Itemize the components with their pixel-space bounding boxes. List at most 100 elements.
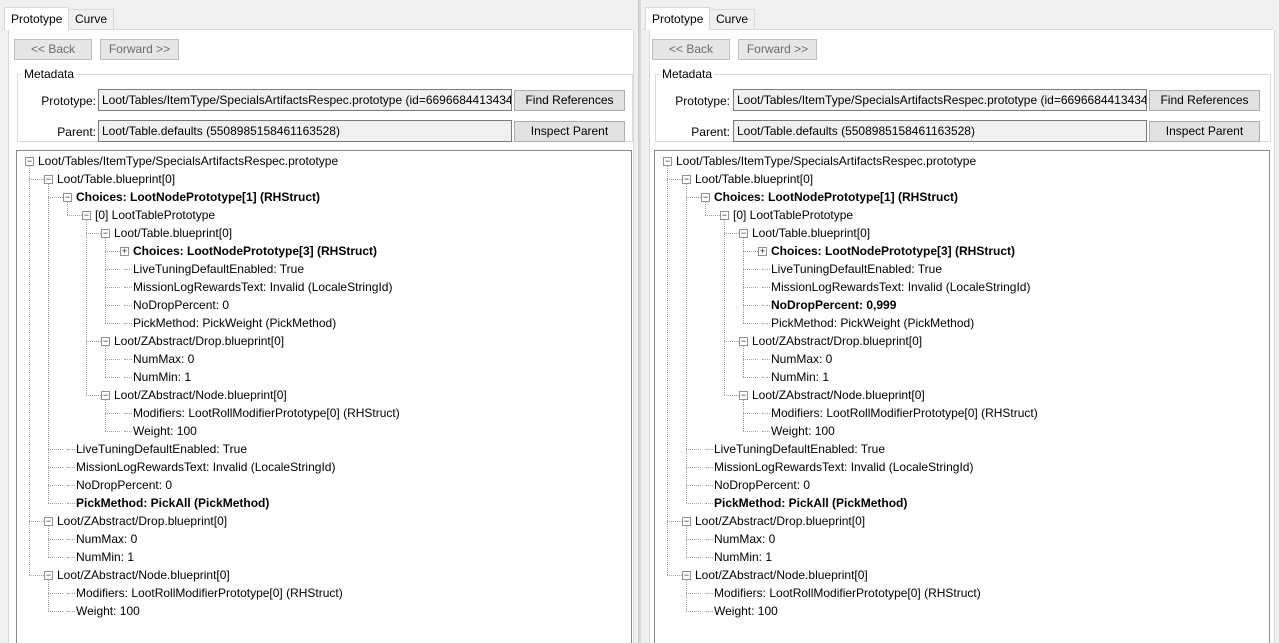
tree-leaf[interactable]: Modifiers: LootRollModifierPrototype[0] …: [133, 404, 400, 422]
tree-node[interactable]: Choices: LootNodePrototype[1] (RHStruct): [76, 188, 320, 206]
tree-leaf[interactable]: PickMethod: PickWeight (PickMethod): [133, 314, 336, 332]
back-button[interactable]: << Back: [14, 39, 92, 60]
tree-leaf[interactable]: LiveTuningDefaultEnabled: True: [714, 440, 885, 458]
collapse-icon[interactable]: −: [101, 337, 110, 346]
tree-leaf[interactable]: LiveTuningDefaultEnabled: True: [133, 260, 304, 278]
tree-root[interactable]: Loot/Tables/ItemType/SpecialsArtifactsRe…: [676, 152, 976, 170]
tree-node[interactable]: Loot/Table.blueprint[0]: [57, 170, 175, 188]
tree-leaf[interactable]: MissionLogRewardsText: Invalid (LocaleSt…: [714, 458, 973, 476]
prototype-tree[interactable]: − Loot/Tables/ItemType/SpecialsArtifactsR…: [654, 150, 1270, 643]
tree-node[interactable]: Loot/ZAbstract/Node.blueprint[0]: [695, 566, 868, 584]
tree-leaf[interactable]: MissionLogRewardsText: Invalid (LocaleSt…: [76, 458, 335, 476]
tree-node[interactable]: Loot/Table.blueprint[0]: [695, 170, 813, 188]
tree-leaf[interactable]: NumMax: 0: [771, 350, 832, 368]
tree-leaf[interactable]: NumMax: 0: [133, 350, 194, 368]
tree-connector: [105, 431, 120, 432]
tree-leaf[interactable]: NumMin: 1: [76, 548, 134, 566]
tree-node[interactable]: Loot/ZAbstract/Node.blueprint[0]: [57, 566, 230, 584]
tree-leaf[interactable]: MissionLogRewardsText: Invalid (LocaleSt…: [133, 278, 392, 296]
prototype-field[interactable]: Loot/Tables/ItemType/SpecialsArtifactsRe…: [98, 89, 512, 111]
tree-leaf[interactable]: PickMethod: PickAll (PickMethod): [76, 494, 269, 512]
tree-leaf[interactable]: NumMin: 1: [771, 368, 829, 386]
collapse-icon[interactable]: −: [739, 229, 748, 238]
collapse-icon[interactable]: −: [63, 193, 72, 202]
collapse-icon[interactable]: −: [44, 571, 53, 580]
tree-node[interactable]: Choices: LootNodePrototype[3] (RHStruct): [771, 242, 1015, 260]
tree-root[interactable]: Loot/Tables/ItemType/SpecialsArtifactsRe…: [38, 152, 338, 170]
tree-leaf[interactable]: LiveTuningDefaultEnabled: True: [771, 260, 942, 278]
collapse-icon[interactable]: −: [663, 157, 672, 166]
tree-leaf[interactable]: PickMethod: PickWeight (PickMethod): [771, 314, 974, 332]
tree-leaf[interactable]: Modifiers: LootRollModifierPrototype[0] …: [771, 404, 1038, 422]
tree-node[interactable]: Loot/Table.blueprint[0]: [752, 224, 870, 242]
collapse-icon[interactable]: −: [682, 517, 691, 526]
inspect-parent-button[interactable]: Inspect Parent: [514, 121, 625, 142]
tree-node[interactable]: Loot/ZAbstract/Drop.blueprint[0]: [752, 332, 922, 350]
collapse-icon[interactable]: −: [720, 211, 729, 220]
tree-leaf[interactable]: MissionLogRewardsText: Invalid (LocaleSt…: [771, 278, 1030, 296]
find-references-button[interactable]: Find References: [514, 90, 625, 111]
tree-leaf[interactable]: Weight: 100: [714, 602, 778, 620]
collapse-icon[interactable]: −: [82, 211, 91, 220]
tree-leaf-nodroppercent[interactable]: NoDropPercent: 0,999: [771, 296, 896, 314]
tree-node[interactable]: Loot/ZAbstract/Drop.blueprint[0]: [695, 512, 865, 530]
collapse-icon[interactable]: −: [101, 391, 110, 400]
tree-leaf[interactable]: LiveTuningDefaultEnabled: True: [76, 440, 247, 458]
prototype-field[interactable]: Loot/Tables/ItemType/SpecialsArtifactsRe…: [733, 89, 1147, 111]
tree-node[interactable]: Loot/ZAbstract/Node.blueprint[0]: [114, 386, 287, 404]
back-button[interactable]: << Back: [652, 39, 730, 60]
tree-leaf[interactable]: NoDropPercent: 0: [714, 476, 810, 494]
tree-node[interactable]: Loot/Table.blueprint[0]: [114, 224, 232, 242]
tree-guide: [686, 526, 687, 557]
tree-guide: [705, 202, 706, 215]
left-panel: Prototype Curve << Back Forward >> Metad…: [0, 0, 638, 643]
tree-connector: [67, 467, 75, 468]
tree-connector: [86, 341, 101, 342]
tree-leaf[interactable]: Weight: 100: [76, 602, 140, 620]
tree-connector: [743, 323, 758, 324]
collapse-icon[interactable]: −: [739, 391, 748, 400]
tree-node[interactable]: Loot/ZAbstract/Drop.blueprint[0]: [114, 332, 284, 350]
tree-leaf[interactable]: PickMethod: PickAll (PickMethod): [714, 494, 907, 512]
tree-node[interactable]: Choices: LootNodePrototype[1] (RHStruct): [714, 188, 958, 206]
tree-leaf[interactable]: NumMax: 0: [714, 530, 775, 548]
collapse-icon[interactable]: −: [739, 337, 748, 346]
collapse-icon[interactable]: −: [44, 175, 53, 184]
forward-button[interactable]: Forward >>: [100, 39, 179, 60]
tab-curve[interactable]: Curve: [68, 9, 115, 29]
tab-curve[interactable]: Curve: [709, 9, 756, 29]
tree-connector: [124, 413, 132, 414]
tab-prototype[interactable]: Prototype: [4, 7, 70, 30]
parent-field[interactable]: Loot/Table.defaults (5508985158461163528…: [98, 120, 512, 142]
tree-leaf[interactable]: Weight: 100: [133, 422, 197, 440]
parent-field[interactable]: Loot/Table.defaults (5508985158461163528…: [733, 120, 1147, 142]
find-references-button[interactable]: Find References: [1149, 90, 1260, 111]
expand-icon[interactable]: +: [758, 247, 767, 256]
tree-leaf[interactable]: NumMin: 1: [133, 368, 191, 386]
tree-leaf[interactable]: Modifiers: LootRollModifierPrototype[0] …: [76, 584, 343, 602]
tree-node[interactable]: [0] LootTablePrototype: [733, 206, 853, 224]
tab-prototype[interactable]: Prototype: [645, 7, 711, 30]
tree-leaf[interactable]: Modifiers: LootRollModifierPrototype[0] …: [714, 584, 981, 602]
collapse-icon[interactable]: −: [682, 571, 691, 580]
tree-node[interactable]: [0] LootTablePrototype: [95, 206, 215, 224]
tree-connector: [686, 593, 701, 594]
tree-leaf[interactable]: Weight: 100: [771, 422, 835, 440]
tree-leaf[interactable]: NumMin: 1: [714, 548, 772, 566]
tree-node[interactable]: Loot/ZAbstract/Node.blueprint[0]: [752, 386, 925, 404]
tree-node[interactable]: Loot/ZAbstract/Drop.blueprint[0]: [57, 512, 227, 530]
collapse-icon[interactable]: −: [682, 175, 691, 184]
collapse-icon[interactable]: −: [701, 193, 710, 202]
forward-button[interactable]: Forward >>: [738, 39, 817, 60]
inspect-parent-button[interactable]: Inspect Parent: [1149, 121, 1260, 142]
prototype-tree[interactable]: − Loot/Tables/ItemType/SpecialsArtifactsR…: [16, 150, 632, 643]
tree-leaf-nodroppercent[interactable]: NoDropPercent: 0: [133, 296, 229, 314]
tree-node[interactable]: Choices: LootNodePrototype[3] (RHStruct): [133, 242, 377, 260]
tree-connector: [48, 539, 63, 540]
tree-leaf[interactable]: NumMax: 0: [76, 530, 137, 548]
expand-icon[interactable]: +: [120, 247, 129, 256]
collapse-icon[interactable]: −: [25, 157, 34, 166]
collapse-icon[interactable]: −: [44, 517, 53, 526]
tree-leaf[interactable]: NoDropPercent: 0: [76, 476, 172, 494]
collapse-icon[interactable]: −: [101, 229, 110, 238]
